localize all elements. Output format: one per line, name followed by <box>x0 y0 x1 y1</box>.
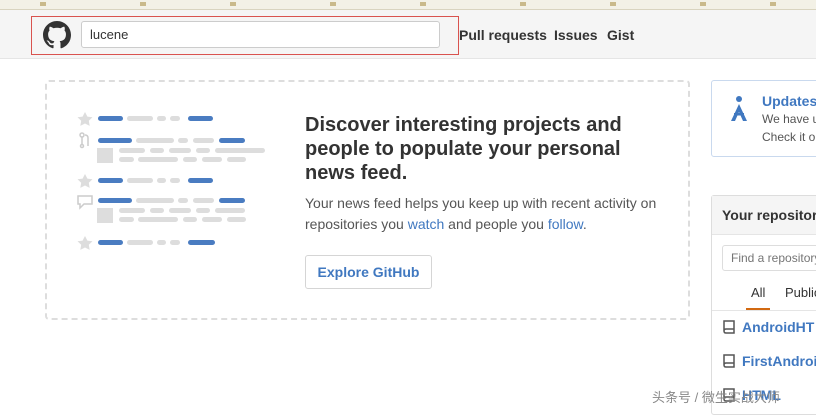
follow-link[interactable]: follow <box>548 216 583 232</box>
updates-title[interactable]: Updates <box>762 93 816 109</box>
pull-request-icon <box>79 132 89 149</box>
star-icon <box>77 236 93 250</box>
tab-public[interactable]: Public <box>785 285 816 300</box>
feed-empty-title: Discover interesting projects and people… <box>305 114 622 184</box>
star-icon <box>77 112 93 126</box>
watermark: 头条号 / 微生实战大师 <box>652 390 780 405</box>
updates-line-1: We have u <box>762 112 816 126</box>
nav-issues[interactable]: Issues <box>554 27 598 43</box>
github-logo-icon[interactable] <box>43 21 71 49</box>
tab-all[interactable]: All <box>751 285 765 300</box>
nav-pull-requests[interactable]: Pull requests <box>459 27 547 43</box>
watch-link[interactable]: watch <box>408 216 445 232</box>
updates-line-2: Check it o <box>762 130 816 144</box>
news-feed-illustration <box>77 112 265 250</box>
explore-github-button[interactable]: Explore GitHub <box>305 255 432 289</box>
broadcast-icon <box>731 96 747 121</box>
search-input[interactable] <box>81 21 440 48</box>
divider <box>712 310 816 311</box>
comment-icon <box>77 195 93 210</box>
feed-empty-description: Your news feed helps you keep up with re… <box>305 195 657 232</box>
star-icon <box>77 174 93 188</box>
repo-icon <box>723 320 735 334</box>
updates-panel: Updates We have u Check it o <box>711 80 816 157</box>
repo-icon <box>723 354 735 368</box>
find-repository-input[interactable] <box>722 245 816 271</box>
nav-gist[interactable]: Gist <box>607 27 634 43</box>
your-repositories-panel: Your repositor All Public AndroidHT Firs… <box>711 195 816 415</box>
browser-bookmarks-strip <box>0 0 816 10</box>
repos-header: Your repositor <box>712 196 816 235</box>
